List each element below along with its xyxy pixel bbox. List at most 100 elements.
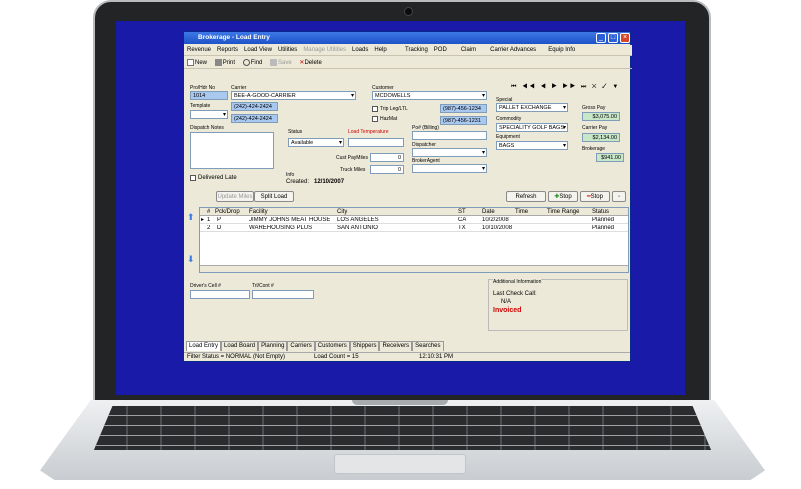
tab-customers[interactable]: Customers	[314, 341, 350, 351]
move-up-icon[interactable]: ⬆	[187, 212, 196, 224]
pod-button[interactable]: POD	[431, 45, 450, 56]
remove-stop-button[interactable]: ━Stop	[580, 191, 610, 202]
menu-help[interactable]: Help	[371, 45, 389, 56]
tab-load-board[interactable]: Load Board	[221, 341, 259, 351]
menu-loads[interactable]: Loads	[349, 45, 371, 56]
printer-icon	[214, 58, 222, 66]
template-select[interactable]	[190, 110, 228, 119]
broker-agent-select[interactable]	[412, 164, 487, 173]
split-load-button[interactable]: Split Load	[254, 191, 294, 202]
secondary-toolbar: Tracking POD Claim Carrier Advances Equip In…	[396, 45, 632, 56]
col-header-date: Date	[482, 209, 495, 215]
equipment-select[interactable]: BAGS	[496, 141, 568, 150]
dispatch-notes-label: Dispatch Notes	[190, 125, 224, 131]
find-button[interactable]: Find	[240, 57, 266, 69]
main-toolbar: New Print Find Save ✕Delete	[184, 57, 632, 69]
carrier-advances-button[interactable]: Carrier Advances	[487, 45, 539, 56]
menu-bar: Revenue Reports Load View Utilities Manage U…	[184, 45, 396, 56]
commodity-select[interactable]: SPECIALITY GOLF BAGS	[496, 123, 568, 132]
customer-select[interactable]: MCDOWELLS	[372, 91, 487, 100]
add-stop-button[interactable]: ✚Stop	[548, 191, 578, 202]
trackpad	[334, 454, 466, 474]
tab-receivers[interactable]: Receivers	[379, 341, 413, 351]
customer-phone-1[interactable]: (987)-456-1234	[440, 104, 487, 113]
keyboard-rows	[94, 406, 711, 450]
col-header-time: Time	[515, 209, 529, 215]
equipment-label: Equipment	[496, 134, 520, 140]
new-button[interactable]: New	[184, 57, 210, 69]
created-label: Created:	[286, 179, 310, 185]
tab-load-entry[interactable]: Load Entry	[186, 341, 222, 351]
cust-pay-miles-field[interactable]: 0	[370, 153, 404, 162]
carrier-phone-2[interactable]: (242)-424-2424	[231, 114, 278, 123]
last-check-call-label: Last Check Call:	[493, 291, 537, 297]
trip-leg-checkbox[interactable]	[372, 106, 378, 112]
menu-utilities[interactable]: Utilities	[275, 45, 300, 56]
carrier-pay-field: $2,134.00	[582, 133, 620, 142]
record-navigator[interactable]: ⏮ ◀◀ ◀ ▶ ▶▶ ⏭ ✕ ✓ ▼	[511, 84, 623, 94]
status-label: Status	[288, 129, 303, 135]
save-stop-button[interactable]: ▪	[612, 191, 626, 202]
menu-revenue[interactable]: Revenue	[184, 45, 214, 56]
webcam-icon	[404, 7, 413, 16]
delivered-late-checkbox[interactable]	[190, 175, 196, 181]
refresh-button[interactable]: Refresh	[506, 191, 546, 202]
print-button[interactable]: Print	[212, 57, 238, 69]
tab-carriers[interactable]: Carriers	[287, 341, 315, 351]
special-select[interactable]: PALLET EXCHANGE	[496, 103, 568, 112]
carrier-phone-1[interactable]: (242)-424-2424	[231, 102, 278, 111]
additional-info-label: Additional Information	[493, 279, 542, 285]
load-temperature-field[interactable]	[348, 138, 404, 147]
gross-pay-field: $3,075.00	[582, 112, 620, 121]
table-row[interactable]: 2 D WAREHOUSING PLUS SAN ANTONIO TX 10/1…	[200, 225, 628, 232]
table-row[interactable]: ▸ 1 P JIMMY JOHNS MEAT HOUSE LOS ANGELES…	[200, 217, 628, 224]
delivered-late-label: Delivered Late	[198, 175, 237, 181]
status-bar: Filter Status = NORMAL (Not Empty) Load …	[184, 352, 630, 361]
col-header-pck-drop: Pck/Drop	[215, 209, 240, 215]
view-tabs: Load Entry Load Board Planning Carriers Cust…	[186, 341, 630, 351]
carrier-pay-label: Carrier Pay	[582, 125, 608, 131]
close-button[interactable]: ×	[620, 33, 630, 43]
truck-miles-field[interactable]: 0	[370, 165, 404, 174]
save-button[interactable]: Save	[267, 57, 295, 69]
po-billing-field[interactable]	[412, 131, 487, 140]
menu-reports[interactable]: Reports	[214, 45, 241, 56]
new-file-icon	[187, 58, 194, 66]
col-header-city: City	[337, 209, 348, 215]
equip-info-button[interactable]: Equip Info	[545, 45, 578, 56]
stops-grid-header: # Pck/Drop Facility City ST Date Time Ti…	[200, 208, 628, 216]
clock-time: 12:10:31 PM	[419, 354, 454, 360]
col-header-number: #	[207, 209, 211, 215]
trl-cont-field[interactable]	[252, 290, 314, 299]
col-header-st: ST	[458, 209, 466, 215]
tab-planning[interactable]: Planning	[258, 341, 288, 351]
commodity-label: Commodity	[496, 116, 522, 122]
delete-button[interactable]: ✕Delete	[296, 57, 324, 69]
carrier-select[interactable]: BEE-A-GOOD-CARRIER	[231, 91, 356, 100]
claim-button[interactable]: Claim	[458, 45, 479, 56]
status-select[interactable]: Available	[288, 138, 344, 147]
pro-number-field[interactable]: 1014	[190, 91, 228, 100]
brokerage-label: Brokerage	[582, 146, 606, 152]
dispatcher-select[interactable]	[412, 148, 487, 157]
customer-phone-2[interactable]: (987)-456-1231	[440, 116, 487, 125]
tab-searches[interactable]: Searches	[412, 341, 444, 351]
move-down-icon[interactable]: ⬇	[187, 254, 196, 266]
menu-load-view[interactable]: Load View	[241, 45, 275, 56]
horizontal-scrollbar[interactable]	[200, 265, 628, 272]
minimize-button[interactable]: _	[596, 33, 606, 43]
last-check-call-value: N/A	[501, 299, 512, 305]
maximize-button[interactable]: □	[608, 33, 618, 43]
tracking-button[interactable]: Tracking	[402, 45, 431, 56]
lid-notch	[352, 400, 448, 405]
truck-miles-label: Truck Miles	[340, 167, 366, 173]
drivers-cell-field[interactable]	[190, 290, 250, 299]
tab-shippers[interactable]: Shippers	[349, 341, 380, 351]
update-miles-button[interactable]: Update Miles	[216, 191, 254, 202]
disk-icon	[270, 58, 278, 66]
hazmat-label: HazMat	[380, 116, 398, 122]
hazmat-checkbox[interactable]	[372, 116, 378, 122]
menu-manage-utilities[interactable]: Manage Utilities	[300, 45, 349, 56]
dispatch-notes-field[interactable]	[190, 132, 274, 169]
cust-pay-miles-label: Cust PayMiles	[336, 155, 368, 161]
